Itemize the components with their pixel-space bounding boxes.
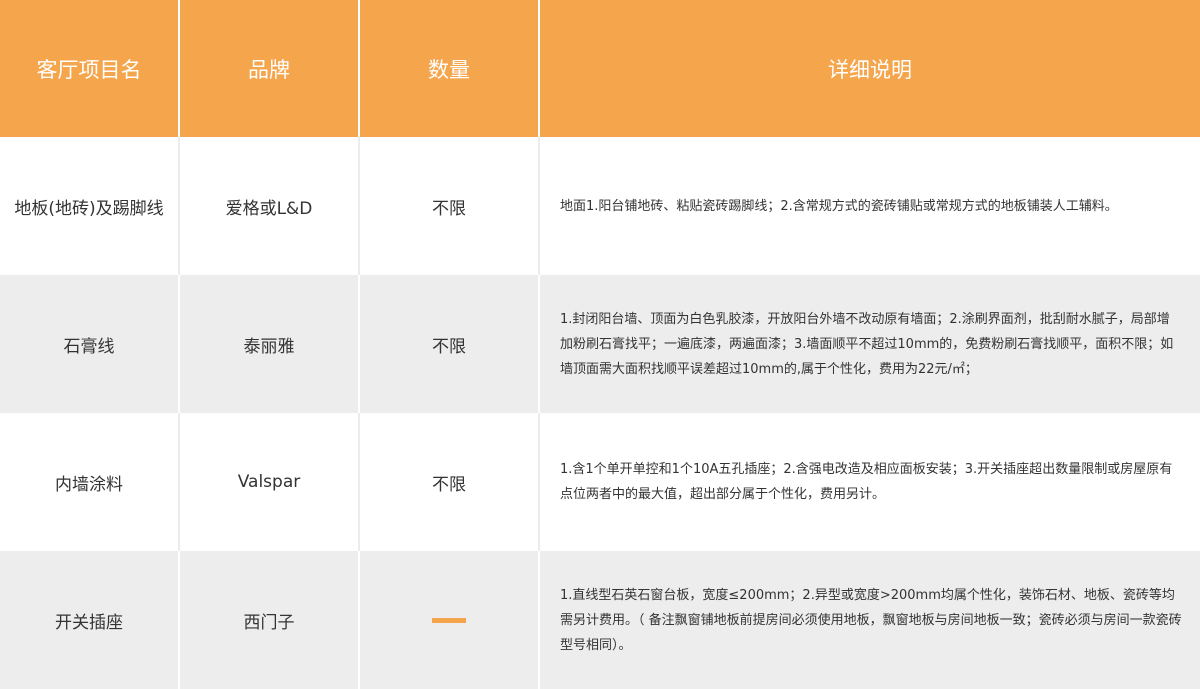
row-brand: 爱格或L&D: [180, 137, 358, 275]
room-items-table: 客厅项目名 品牌 数量 详细说明 地板(地砖)及踢脚线 爱格或L&D 不限 地面…: [0, 0, 1200, 689]
row-description: 1.直线型石英石窗台板，宽度≤200mm；2.异型或宽度>200mm均属个性化，…: [540, 551, 1200, 689]
row-description-text: 1.含1个单开单控和1个10A五孔插座；2.含强电改造及相应面板安装；3.开关插…: [560, 462, 1173, 502]
row-item-name: 内墙涂料: [0, 413, 178, 551]
row-brand: Valspar: [180, 413, 358, 551]
row-quantity: 不限: [360, 413, 538, 551]
row-quantity: [360, 551, 538, 689]
row-description: 1.封闭阳台墙、顶面为白色乳胶漆，开放阳台外墙不改动原有墙面；2.涂刷界面剂，批…: [540, 275, 1200, 413]
row-item-name: 开关插座: [0, 551, 178, 689]
row-description-text: 1.直线型石英石窗台板，宽度≤200mm；2.异型或宽度>200mm均属个性化，…: [560, 587, 1182, 653]
row-description-text: 地面1.阳台铺地砖、粘贴瓷砖踢脚线；2.含常规方式的瓷砖铺贴或常规方式的地板铺装…: [560, 198, 1118, 214]
row-item-name: 石膏线: [0, 275, 178, 413]
row-quantity: 不限: [360, 275, 538, 413]
row-brand: 西门子: [180, 551, 358, 689]
row-item-name: 地板(地砖)及踢脚线: [0, 137, 178, 275]
row-quantity: 不限: [360, 137, 538, 275]
header-quantity: 数量: [360, 0, 538, 137]
dash-icon: [432, 617, 466, 623]
header-brand: 品牌: [180, 0, 358, 137]
row-brand: 泰丽雅: [180, 275, 358, 413]
header-description: 详细说明: [540, 0, 1200, 137]
row-description: 1.含1个单开单控和1个10A五孔插座；2.含强电改造及相应面板安装；3.开关插…: [540, 413, 1200, 551]
row-description: 地面1.阳台铺地砖、粘贴瓷砖踢脚线；2.含常规方式的瓷砖铺贴或常规方式的地板铺装…: [540, 137, 1200, 275]
header-item-name: 客厅项目名: [0, 0, 178, 137]
row-description-text: 1.封闭阳台墙、顶面为白色乳胶漆，开放阳台外墙不改动原有墙面；2.涂刷界面剂，批…: [560, 311, 1174, 377]
